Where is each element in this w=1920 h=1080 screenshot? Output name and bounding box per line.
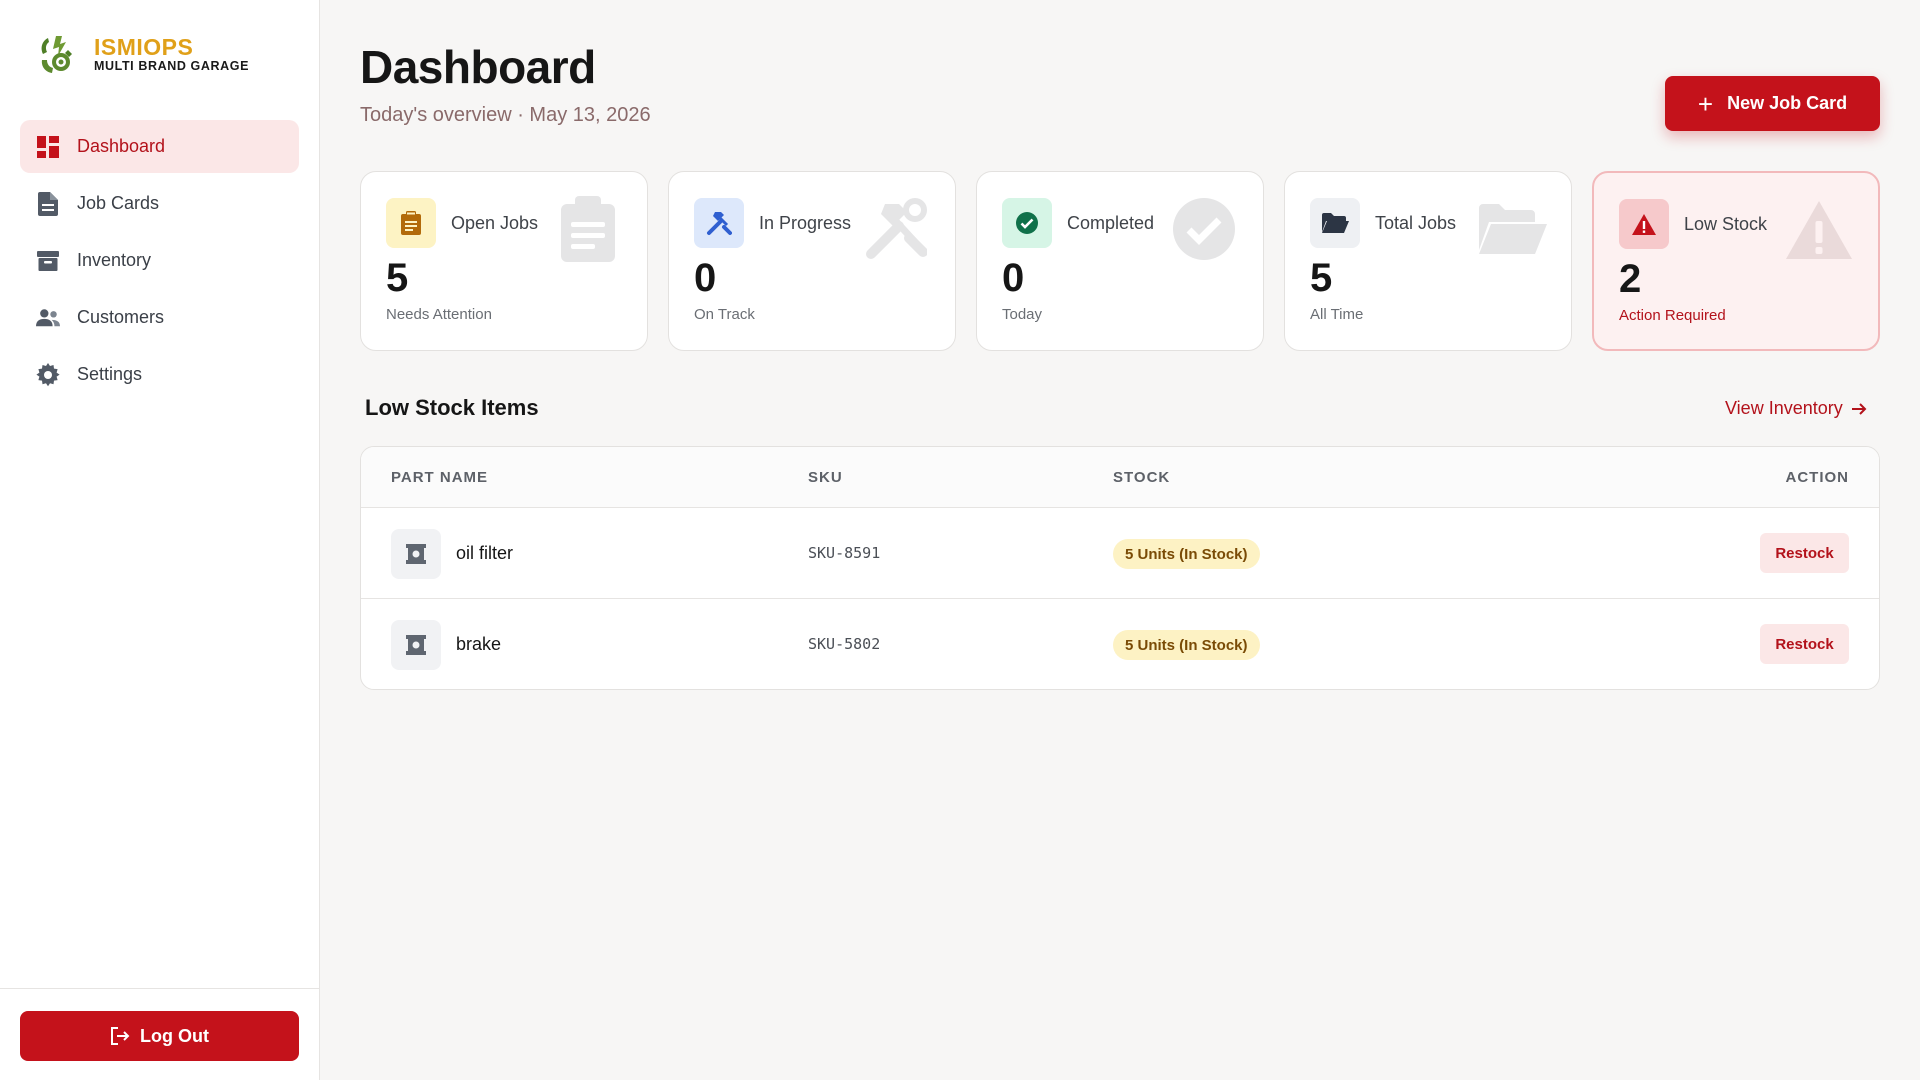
dashboard-icon [36,135,60,159]
column-header-sku: SKU [808,469,843,486]
stat-label: Open Jobs [451,213,539,233]
stat-caption: Needs Attention [386,306,492,323]
stat-value: 5 [1310,256,1333,300]
restock-button[interactable]: Restock [1760,624,1849,664]
sidebar-item-customers[interactable]: Customers [20,291,299,344]
low-stock-title: Low Stock Items [365,395,539,420]
part-icon [391,529,441,579]
sidebar-footer: Log Out [0,988,320,1080]
check-circle-icon [1002,198,1052,248]
stats-row: Open Jobs 5 Needs Attention In Progress … [360,171,1880,351]
warning-watermark-icon [1784,195,1854,265]
part-name: oil filter [456,543,514,563]
sidebar-item-label: Settings [77,364,143,384]
part-sku: SKU-8591 [808,544,881,562]
table-row: oil filter SKU-8591 5 Units (In Stock) R… [361,508,1879,599]
stat-card-total-jobs[interactable]: Total Jobs 5 All Time [1284,171,1572,351]
brand-subtitle: MULTI BRAND GARAGE [94,59,250,73]
clipboard-watermark-icon [553,194,623,264]
brand-text: ISMIOPS MULTI BRAND GARAGE [94,35,249,73]
arrow-right-icon [1851,402,1867,415]
stat-caption: Action Required [1619,307,1726,324]
tools-watermark-icon [861,194,931,264]
sidebar: ISMIOPS MULTI BRAND GARAGE Dashboard Job… [0,0,320,1080]
sidebar-nav: Dashboard Job Cards Inventory Customers … [20,120,299,405]
garage-logo-icon [41,36,72,73]
new-job-card-label: New Job Card [1727,93,1848,113]
plus-icon: + [1697,88,1714,119]
warning-icon [1619,199,1669,249]
stat-caption: On Track [694,306,755,323]
stat-card-in-progress[interactable]: In Progress 0 On Track [668,171,956,351]
document-icon [36,191,60,216]
stock-badge: 5 Units (In Stock) [1113,630,1260,660]
column-header-stock: STOCK [1113,469,1171,486]
stat-label: Completed [1067,213,1155,233]
clipboard-icon [386,198,436,248]
part-name: brake [456,634,502,654]
sidebar-item-label: Dashboard [77,136,166,156]
sidebar-item-dashboard[interactable]: Dashboard [20,120,299,173]
table-header: PART NAME SKU STOCK ACTION [361,447,1879,508]
sidebar-item-job-cards[interactable]: Job Cards [20,177,299,230]
gear-icon [36,362,60,387]
restock-button[interactable]: Restock [1760,533,1849,573]
part-sku: SKU-5802 [808,635,881,653]
folder-open-icon [1310,198,1360,248]
part-icon [391,620,441,670]
sidebar-item-label: Inventory [77,250,152,270]
stat-label: Total Jobs [1375,213,1457,233]
stat-value: 2 [1619,257,1642,301]
view-inventory-label: View Inventory [1725,398,1843,418]
users-icon [36,306,60,330]
stat-caption: Today [1002,306,1043,323]
stat-value: 0 [1002,256,1025,300]
column-header-part-name: PART NAME [391,469,489,486]
folder-open-watermark-icon [1477,194,1547,264]
check-circle-watermark-icon [1169,194,1239,264]
stat-label: Low Stock [1684,214,1768,234]
tools-icon [694,198,744,248]
sidebar-item-label: Customers [77,307,165,327]
stat-caption: All Time [1310,306,1364,323]
view-inventory-link[interactable]: View Inventory [1725,398,1867,419]
table-row: brake SKU-5802 5 Units (In Stock) Restoc… [361,599,1879,689]
stat-value: 0 [694,256,717,300]
low-stock-table: PART NAME SKU STOCK ACTION oil filter SK… [360,446,1880,690]
stat-label: In Progress [759,213,852,233]
logout-label: Log Out [140,1025,209,1046]
new-job-card-button[interactable]: + New Job Card [1665,76,1880,131]
stat-value: 5 [386,256,409,300]
logout-icon [111,1027,130,1045]
archive-box-icon [36,249,60,273]
sidebar-item-label: Job Cards [77,193,160,213]
brand[interactable]: ISMIOPS MULTI BRAND GARAGE [36,32,249,76]
logout-button[interactable]: Log Out [20,1011,299,1061]
stat-card-low-stock[interactable]: Low Stock 2 Action Required [1592,171,1880,351]
stat-card-open-jobs[interactable]: Open Jobs 5 Needs Attention [360,171,648,351]
sidebar-item-inventory[interactable]: Inventory [20,234,299,287]
page-title: Dashboard [360,41,596,93]
column-header-action: ACTION [1785,469,1849,486]
sidebar-item-settings[interactable]: Settings [20,348,299,401]
page-subtitle: Today's overview · May 13, 2026 [360,104,651,126]
stock-badge: 5 Units (In Stock) [1113,539,1260,569]
stat-card-completed[interactable]: Completed 0 Today [976,171,1264,351]
brand-name: ISMIOPS [94,34,194,60]
